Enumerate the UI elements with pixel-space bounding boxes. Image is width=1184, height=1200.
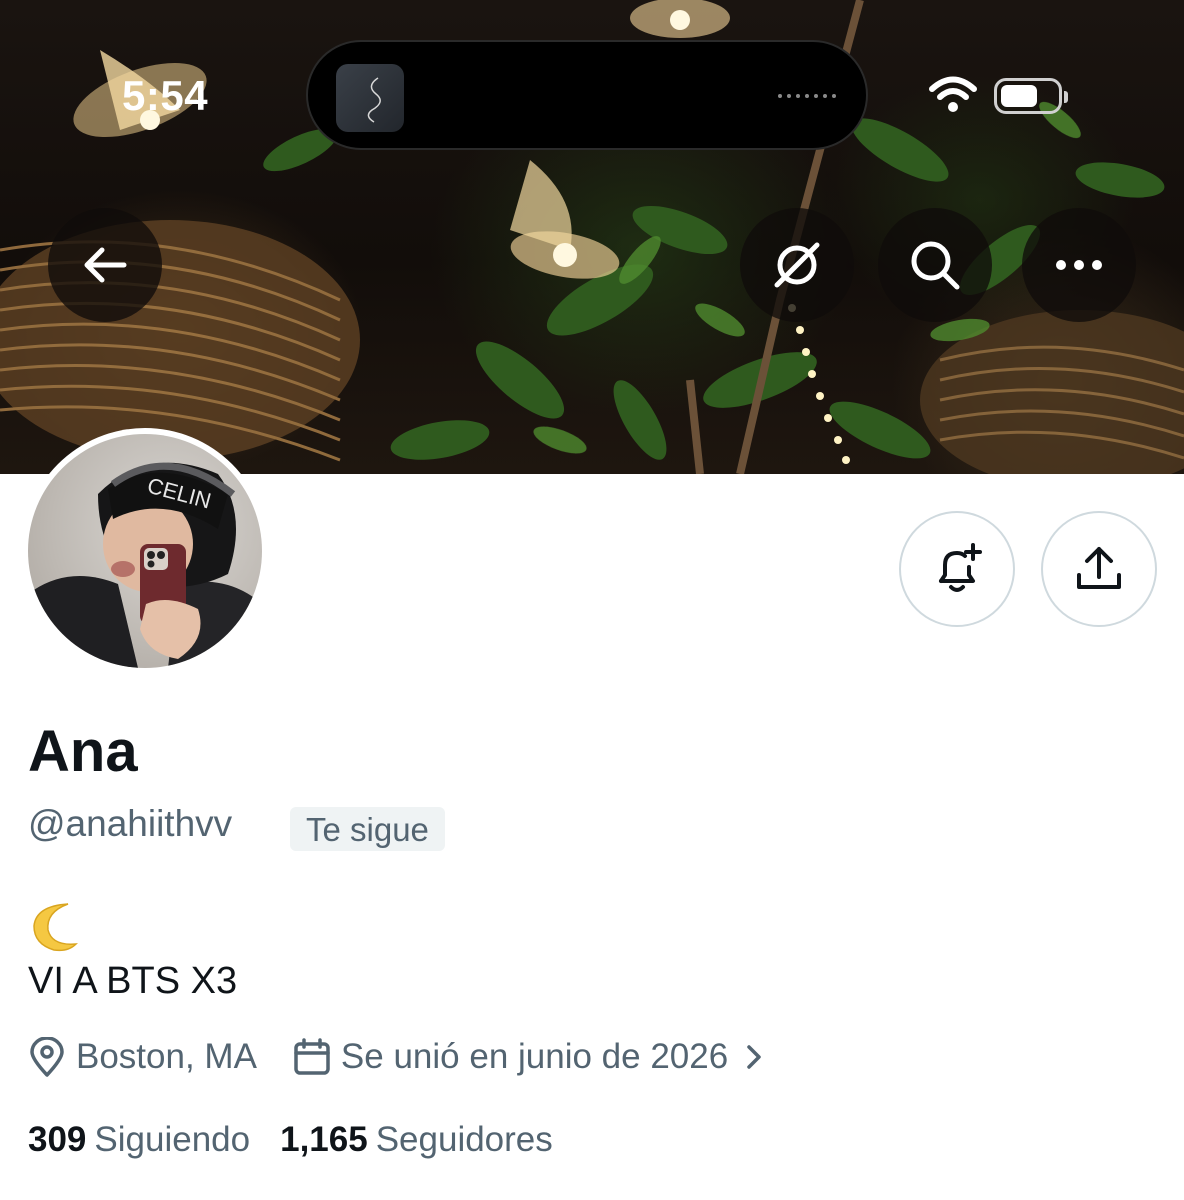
grok-icon [774, 242, 820, 288]
status-time: 5:54 [122, 72, 209, 119]
followers-label: Seguidores [375, 1120, 553, 1159]
more-horizontal-icon [1056, 260, 1102, 270]
profile-banner[interactable]: 5:54 [0, 0, 1184, 474]
avatar-image: CELIN [28, 434, 262, 668]
share-icon [1077, 547, 1121, 589]
notifications-button[interactable] [899, 511, 1015, 627]
dynamic-island[interactable] [306, 40, 868, 150]
location-text: Boston, MA [76, 1037, 257, 1076]
wifi-icon [929, 76, 977, 112]
search-icon [911, 241, 960, 290]
followers-count: 1,165 [280, 1120, 368, 1159]
share-button[interactable] [1041, 511, 1157, 627]
join-date[interactable]: Se unió en junio de 2026 [293, 1037, 778, 1077]
bell-plus-icon [939, 543, 982, 592]
profile-avatar[interactable]: CELIN [22, 428, 268, 674]
location-pin-icon [30, 1037, 64, 1077]
profile-bio: VI A BTS X3 [28, 960, 238, 1002]
following-link[interactable]: 309 Siguiendo [28, 1120, 250, 1160]
back-button[interactable] [48, 208, 162, 322]
location: Boston, MA [28, 1037, 257, 1077]
audio-waveform-icon [778, 94, 836, 98]
now-playing-artwork [336, 64, 404, 132]
grok-button[interactable] [740, 208, 854, 322]
username-handle: @anahiithvv [28, 803, 233, 844]
calendar-icon [294, 1038, 330, 1075]
follow-stats: 309 Siguiendo 1,165 Seguidores [28, 1120, 583, 1160]
followers-link[interactable]: 1,165 Seguidores [280, 1120, 553, 1160]
following-count: 309 [28, 1120, 87, 1159]
chevron-right-icon [747, 1045, 761, 1069]
arrow-left-icon [84, 247, 127, 283]
search-button[interactable] [878, 208, 992, 322]
join-date-text: Se unió en junio de 2026 [340, 1037, 729, 1076]
battery-icon [994, 78, 1068, 114]
follows-you-badge: Te sigue [290, 807, 445, 851]
more-button[interactable] [1022, 208, 1136, 322]
following-label: Siguiendo [94, 1120, 251, 1159]
display-name: Ana [28, 719, 138, 784]
crescent-moon-icon [33, 903, 78, 952]
profile-meta: Boston, MA Se unió en junio de 2026 [28, 1034, 778, 1080]
